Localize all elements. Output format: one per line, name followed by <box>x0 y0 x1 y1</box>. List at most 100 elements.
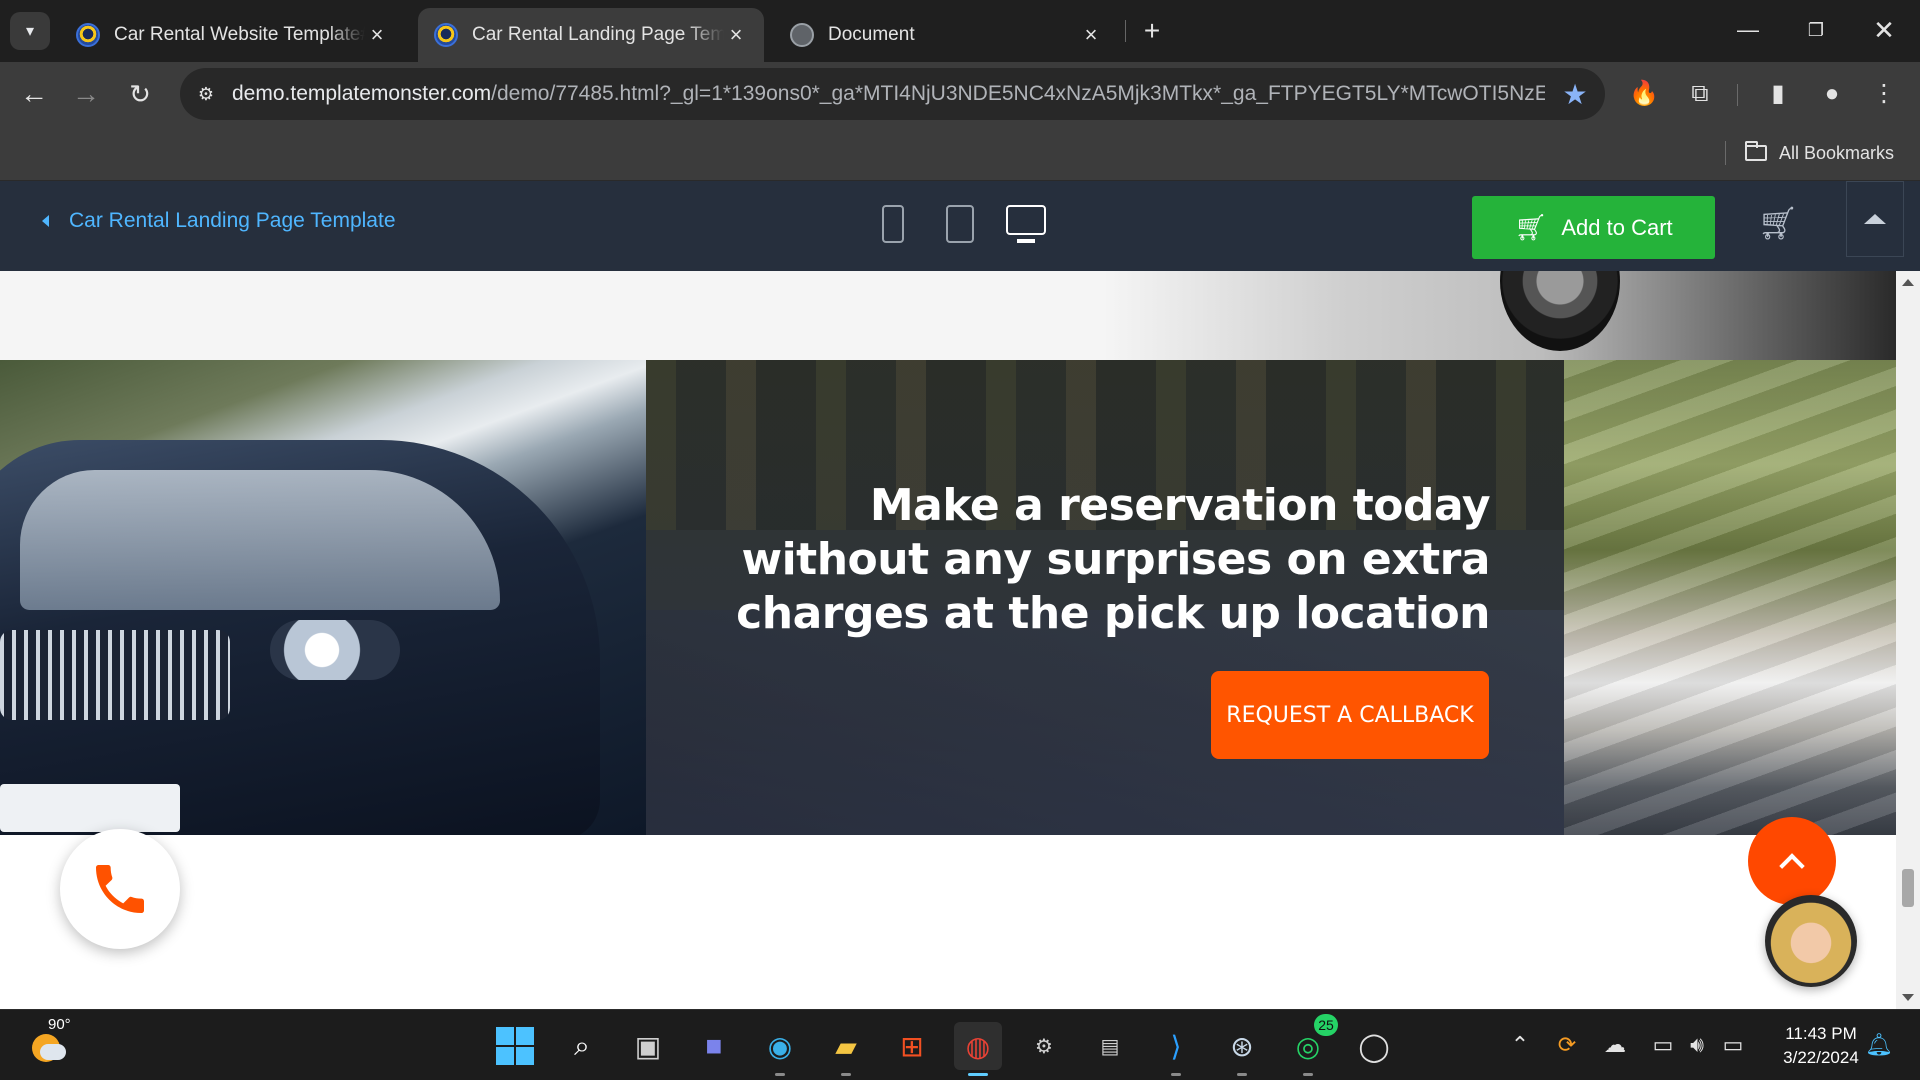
forward-arrow-icon[interactable]: → <box>64 72 108 116</box>
windows-taskbar: 90° ⌕ ▣ ■ ◉ ▰ ⊞ ◍ ⚙ ▤ ⟩ ⊛ ◎ 25 ◯ ⌃ ⟳ ☁ ▭… <box>0 1009 1920 1080</box>
bookmarks-divider <box>1725 141 1726 165</box>
minimize-button[interactable]: — <box>1720 10 1776 50</box>
phone-icon <box>96 865 144 913</box>
running-indicator <box>1171 1073 1181 1076</box>
running-indicator <box>1303 1073 1313 1076</box>
volume-icon[interactable]: 🔊︎ <box>1682 1030 1712 1060</box>
site-info-icon[interactable]: ⚙ <box>180 84 232 105</box>
bookmark-star-icon[interactable]: ★ <box>1545 78 1605 111</box>
whatsapp-icon[interactable]: ◎ 25 <box>1284 1014 1338 1076</box>
cloud-icon <box>40 1044 66 1060</box>
scroll-down-arrow-icon[interactable] <box>1902 994 1914 1001</box>
car-grille-shape <box>0 630 230 720</box>
url-text[interactable]: demo.templatemonster.com/demo/77485.html… <box>232 82 1545 106</box>
system-clock[interactable]: 11:43 PM 3/22/2024 <box>1766 1022 1876 1070</box>
car-photo <box>0 360 646 835</box>
back-to-template-link[interactable]: Car Rental Landing Page Template <box>42 209 396 233</box>
app-ring-icon[interactable]: ◯ <box>1350 1022 1398 1070</box>
windows-start-icon[interactable] <box>491 1022 539 1070</box>
windows-logo <box>496 1027 534 1065</box>
edge-icon[interactable]: ◉ <box>756 1022 804 1076</box>
vscode-icon[interactable]: ⟩ <box>1152 1022 1200 1076</box>
bookmarks-bar: All Bookmarks <box>0 127 1920 181</box>
chevron-up-icon[interactable]: ⌃ <box>1505 1030 1535 1060</box>
car-window-shape <box>20 470 500 610</box>
active-indicator <box>968 1073 988 1076</box>
new-tab-button[interactable]: + <box>1135 14 1169 48</box>
chevron-up-icon <box>1779 853 1805 879</box>
pes-game-icon[interactable]: ⚙ <box>1020 1022 1068 1070</box>
tab-car-rental-website[interactable]: Car Rental Website Template#5 × <box>60 8 405 62</box>
file-explorer-icon[interactable]: ▰ <box>822 1022 870 1076</box>
onedrive-cloud-icon[interactable]: ☁ <box>1600 1030 1630 1060</box>
browser-tab-strip: ▾ Car Rental Website Template#5 × Car Re… <box>0 0 1920 62</box>
tab-document[interactable]: Document × <box>774 8 1119 62</box>
caret-left-icon <box>42 215 49 227</box>
reload-icon[interactable]: ↻ <box>118 72 162 116</box>
motion-blur-photo <box>1564 360 1896 835</box>
desktop-view-icon[interactable] <box>1006 205 1046 243</box>
extensions-puzzle-icon[interactable]: ⧉ <box>1678 72 1722 116</box>
call-button[interactable] <box>60 829 180 949</box>
side-panel-icon[interactable]: ▮ <box>1756 72 1800 116</box>
profile-icon[interactable]: ● <box>1810 72 1854 116</box>
clock-date: 3/22/2024 <box>1783 1048 1859 1067</box>
weather-temperature: 90° <box>48 1016 71 1033</box>
collapse-bar-button[interactable] <box>1846 181 1904 257</box>
sync-icon[interactable]: ⟳ <box>1552 1030 1582 1060</box>
tab-title: Car Rental Website Template#5 <box>114 24 365 45</box>
restore-button[interactable]: ❐ <box>1788 10 1844 50</box>
tab-car-rental-landing[interactable]: Car Rental Landing Page Template × <box>418 8 764 62</box>
tab-search-button[interactable]: ▾ <box>10 12 50 50</box>
close-window-button[interactable]: ✕ <box>1856 10 1912 50</box>
teams-icon[interactable]: ■ <box>690 1022 738 1070</box>
scroll-to-top-button[interactable] <box>1748 817 1836 905</box>
notification-badge: 25 <box>1314 1014 1338 1036</box>
cart-icon[interactable]: 🛒︎ <box>1756 201 1800 245</box>
store-icon[interactable]: ⊞ <box>888 1022 936 1070</box>
chrome-icon[interactable]: ◍ <box>954 1022 1002 1076</box>
triangle-up-icon <box>1864 214 1886 224</box>
all-bookmarks-button[interactable]: All Bookmarks <box>1745 135 1894 171</box>
back-arrow-icon[interactable]: ← <box>12 72 56 116</box>
steam-icon[interactable]: ⊛ <box>1218 1022 1266 1076</box>
extension-fire-icon[interactable]: 🔥 <box>1622 72 1666 116</box>
mobile-view-icon[interactable] <box>882 205 904 243</box>
demo-preview-bar: Car Rental Landing Page Template 🛒︎ Add … <box>0 181 1920 271</box>
weather-widget[interactable]: 90° <box>28 1016 71 1064</box>
close-tab-icon[interactable]: × <box>1079 22 1103 48</box>
running-indicator <box>841 1073 851 1076</box>
address-bar[interactable]: ⚙ demo.templatemonster.com/demo/77485.ht… <box>180 68 1605 120</box>
task-view-icon[interactable]: ▣ <box>624 1022 672 1070</box>
motion-blur-overlay <box>1564 360 1896 835</box>
search-icon[interactable]: ⌕ <box>558 1022 606 1070</box>
toolbar-divider <box>1737 84 1738 106</box>
tablet-view-icon[interactable] <box>946 205 974 243</box>
chat-support-avatar[interactable] <box>1765 895 1857 987</box>
running-indicator <box>1237 1073 1247 1076</box>
browser-toolbar: ← → ↻ ⚙ demo.templatemonster.com/demo/77… <box>0 62 1920 127</box>
network-icon[interactable]: ▭ <box>1648 1030 1678 1060</box>
clock-time: 11:43 PM <box>1785 1024 1857 1043</box>
templatemonster-icon <box>434 23 458 47</box>
close-tab-icon[interactable]: × <box>724 22 748 48</box>
menu-kebab-icon[interactable]: ⋮ <box>1862 72 1906 116</box>
fifa23-icon[interactable]: ▤ <box>1086 1022 1134 1070</box>
scroll-up-arrow-icon[interactable] <box>1902 279 1914 286</box>
cart-icon: 🛒︎ <box>1514 212 1548 242</box>
running-indicator <box>775 1073 785 1076</box>
reservation-hero-section: Make a reservation today without any sur… <box>0 360 1896 835</box>
car-headlight-shape <box>270 620 400 680</box>
url-host: demo.templatemonster.com <box>232 82 492 105</box>
page-scrollbar[interactable] <box>1896 271 1920 1009</box>
tab-divider <box>1125 20 1126 42</box>
add-to-cart-button[interactable]: 🛒︎ Add to Cart <box>1472 196 1715 259</box>
templatemonster-icon <box>76 23 100 47</box>
globe-icon <box>790 23 814 47</box>
notification-bell-icon[interactable]: 🔔︎ <box>1864 1030 1894 1060</box>
battery-icon[interactable]: ▭ <box>1718 1030 1748 1060</box>
add-to-cart-label: Add to Cart <box>1561 214 1673 240</box>
scrollbar-thumb[interactable] <box>1902 869 1914 907</box>
request-callback-button[interactable]: REQUEST A CALLBACK <box>1211 671 1489 759</box>
close-tab-icon[interactable]: × <box>365 22 389 48</box>
